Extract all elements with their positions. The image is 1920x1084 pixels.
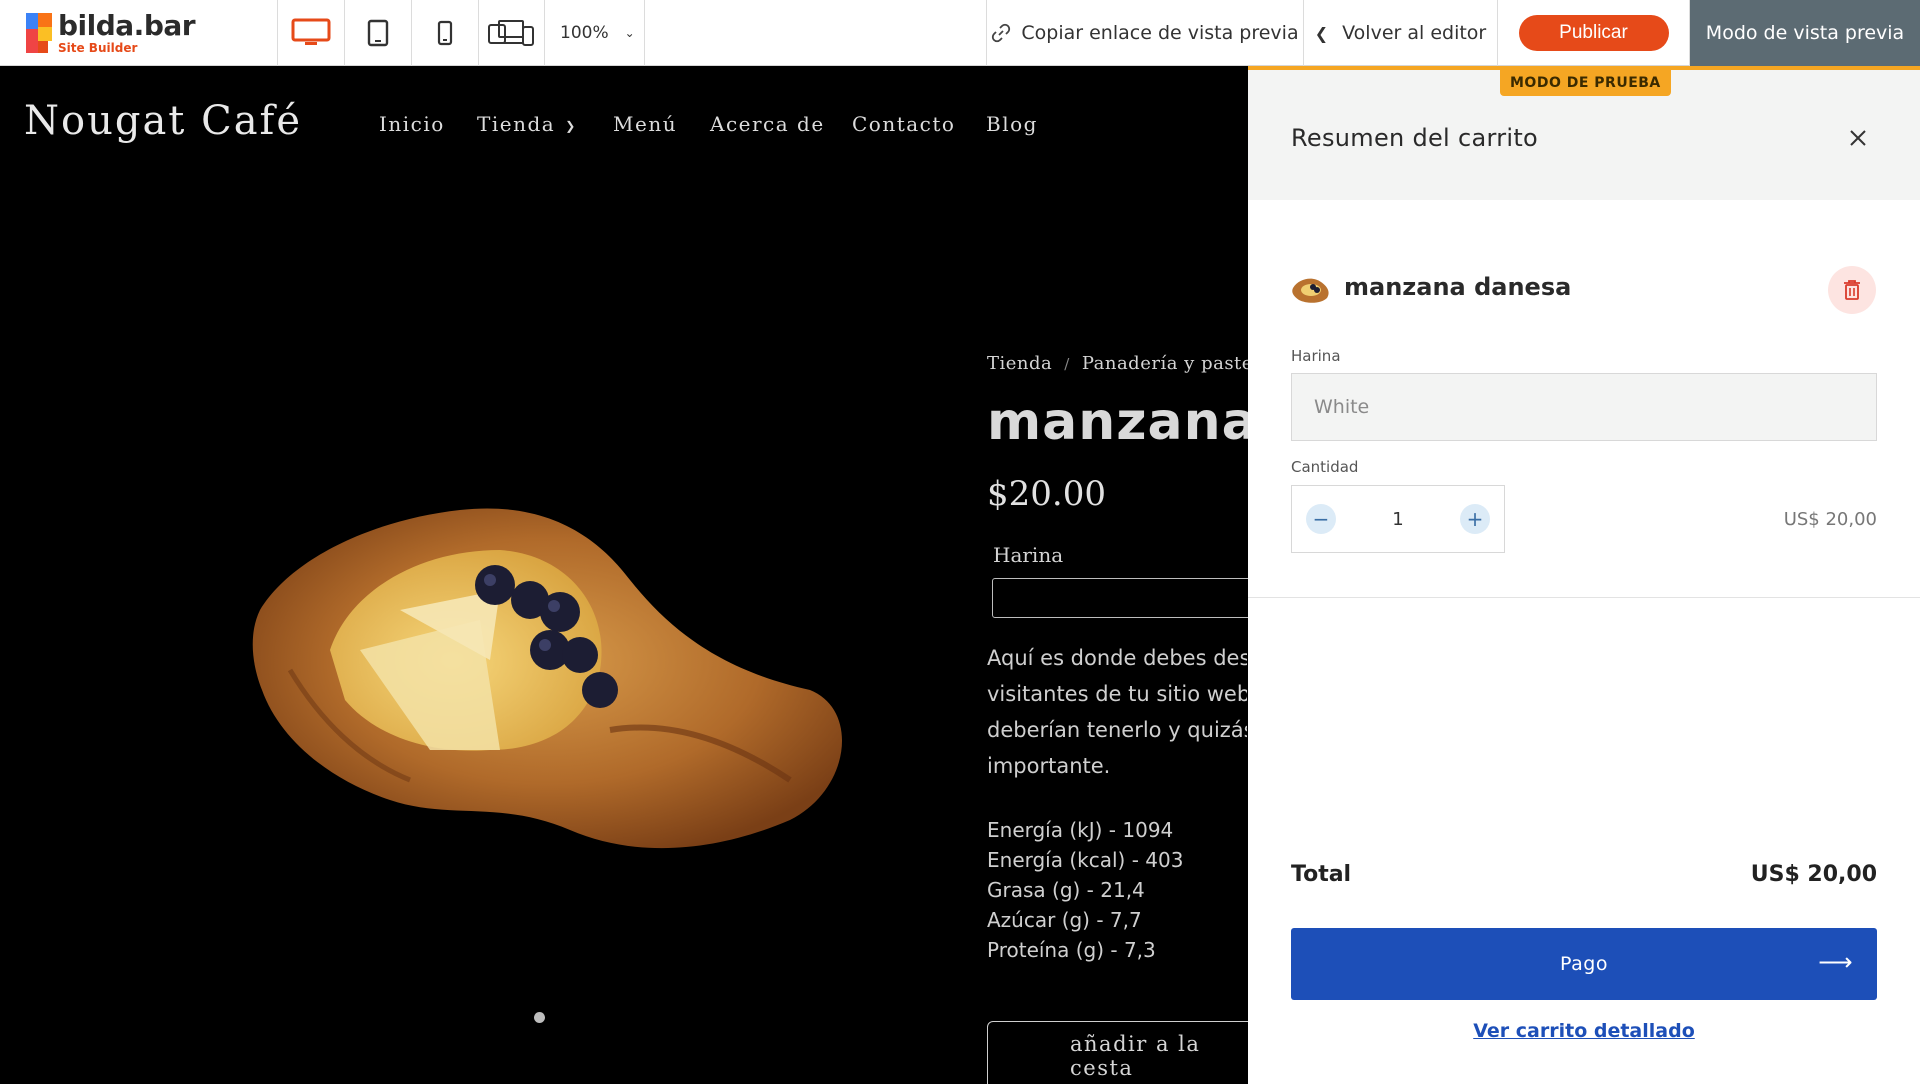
zoom-value: 100% (560, 23, 609, 43)
logo-subtitle: Site Builder (58, 41, 138, 55)
back-to-editor-button[interactable]: ❮ Volver al editor (1304, 0, 1498, 66)
all-devices-view-button[interactable] (479, 0, 545, 66)
back-to-editor-label: Volver al editor (1342, 22, 1487, 44)
flour-label: Harina (1291, 347, 1341, 365)
product-price: $20.00 (987, 474, 1106, 514)
increase-quantity-button[interactable]: + (1459, 504, 1490, 534)
zoom-select[interactable]: 100% ⌄ (545, 0, 645, 66)
desktop-icon (291, 18, 331, 45)
mobile-view-button[interactable] (412, 0, 479, 66)
total-value: US$ 20,00 (1750, 862, 1877, 887)
description-line: importante. (987, 754, 1111, 778)
tablet-view-button[interactable] (345, 0, 412, 66)
close-icon (1850, 130, 1866, 146)
cart-summary-panel: Resumen del carrito MODO DE PRUEBA manza… (1248, 66, 1920, 1084)
decrease-quantity-button[interactable]: − (1306, 504, 1336, 534)
nav-item-tienda[interactable]: Tienda ❯ (477, 112, 577, 136)
link-icon (992, 23, 1011, 43)
nav-item-contacto[interactable]: Contacto (852, 112, 955, 136)
nav-item-blog[interactable]: Blog (986, 112, 1038, 136)
divider (1248, 597, 1920, 598)
total-label: Total (1291, 862, 1352, 887)
logo-name: bilda.bar (58, 9, 196, 42)
chevron-left-icon: ❮ (1314, 23, 1329, 43)
bildabar-logo[interactable]: bilda.bar Site Builder (0, 0, 278, 66)
arrow-right-icon: ⟶ (1818, 948, 1853, 976)
checkout-button[interactable]: Pago ⟶ (1291, 928, 1877, 1000)
bildabar-logo-icon (24, 11, 54, 55)
description-line: Aquí es donde debes desc (987, 646, 1247, 670)
cart-title: Resumen del carrito (1291, 124, 1539, 152)
breadcrumb-category[interactable]: Panadería y pastele (1082, 353, 1271, 374)
breadcrumb-separator: / (1064, 355, 1070, 373)
close-cart-button[interactable] (1842, 122, 1874, 154)
multi-device-icon (487, 20, 534, 46)
chevron-down-icon: ❯ (565, 118, 577, 133)
nutrition-line: Energía (kcal) - 403 (987, 848, 1184, 872)
trash-icon (1844, 280, 1860, 300)
quantity-value[interactable]: 1 (1392, 509, 1403, 530)
nutrition-line: Energía (kJ) - 1094 (987, 818, 1174, 842)
description-line: visitantes de tu sitio web q (987, 682, 1247, 706)
pastry-image (252, 508, 843, 849)
desktop-view-button[interactable] (278, 0, 345, 66)
builder-toolbar: bilda.bar Site Builder 100% ⌄ Copiar enl… (0, 0, 1920, 66)
description-line: deberían tenerlo y quizás o (987, 718, 1247, 742)
add-to-cart-button[interactable]: añadir a la cesta (987, 1021, 1257, 1084)
flour-field[interactable]: White (1291, 373, 1877, 441)
quantity-stepper: − 1 + (1291, 485, 1505, 553)
line-item-price: US$ 20,00 (1783, 509, 1877, 530)
tablet-icon (367, 19, 389, 47)
view-detailed-cart-link[interactable]: Ver carrito detallado (1248, 1020, 1920, 1042)
nutrition-facts: Energía (kJ) - 1094 Energía (kcal) - 403… (987, 815, 1183, 965)
variant-select[interactable] (992, 578, 1252, 618)
breadcrumb: Tienda / Panadería y pastele (987, 353, 1270, 374)
nav-item-menu[interactable]: Menú (613, 112, 677, 136)
nutrition-line: Azúcar (g) - 7,7 (987, 908, 1142, 932)
nav-item-tienda-label: Tienda (477, 112, 556, 136)
cart-item-name: manzana danesa (1344, 273, 1572, 301)
product-description: Aquí es donde debes desc visitantes de t… (987, 640, 1247, 784)
copy-preview-link-button[interactable]: Copiar enlace de vista previa (986, 0, 1304, 66)
preview-mode-indicator[interactable]: Modo de vista previa (1690, 0, 1920, 66)
remove-item-button[interactable] (1828, 266, 1876, 314)
site-title[interactable]: Nougat Café (24, 98, 302, 144)
publish-button[interactable]: Publicar (1518, 15, 1669, 51)
test-mode-badge: MODO DE PRUEBA (1500, 70, 1671, 96)
nutrition-line: Grasa (g) - 21,4 (987, 878, 1145, 902)
item-thumbnail (1292, 278, 1329, 303)
nutrition-line: Proteína (g) - 7,3 (987, 938, 1156, 962)
mobile-icon (437, 20, 453, 46)
checkout-label: Pago (1560, 953, 1608, 975)
nav-item-inicio[interactable]: Inicio (379, 112, 445, 136)
chevron-down-icon: ⌄ (624, 26, 635, 40)
variant-label: Harina (993, 543, 1064, 567)
copy-preview-link-label: Copiar enlace de vista previa (1021, 22, 1299, 44)
breadcrumb-shop[interactable]: Tienda (987, 353, 1052, 374)
nav-item-acerca[interactable]: Acerca de (710, 112, 825, 136)
quantity-label: Cantidad (1291, 458, 1359, 476)
publish-cell: Publicar (1498, 0, 1690, 66)
gallery-dot[interactable] (534, 1012, 545, 1023)
product-image[interactable] (250, 500, 870, 870)
